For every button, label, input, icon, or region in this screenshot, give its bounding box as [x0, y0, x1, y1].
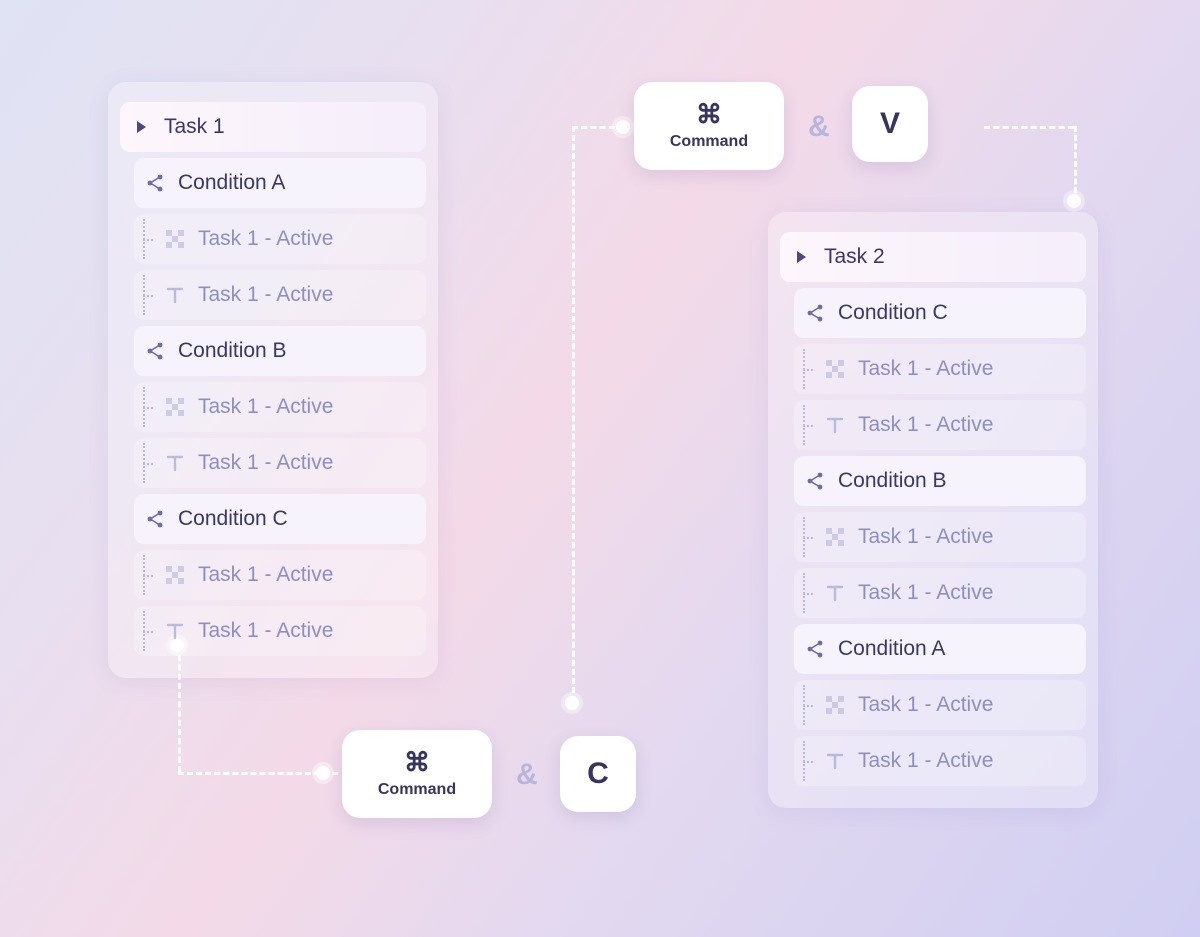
condition-row[interactable]: Condition C — [134, 494, 426, 544]
share-icon — [144, 172, 166, 194]
item-label: Task 1 - Active — [858, 749, 993, 773]
item-label: Task 1 - Active — [198, 283, 333, 307]
share-icon — [804, 638, 826, 660]
item-label: Task 1 - Active — [858, 413, 993, 437]
checker-icon — [164, 396, 186, 418]
tree-connector-icon — [134, 443, 158, 483]
item-label: Task 1 - Active — [198, 619, 333, 643]
item-label: Task 1 - Active — [198, 227, 333, 251]
text-icon — [164, 284, 186, 306]
condition-label: Condition B — [838, 469, 947, 493]
task-item[interactable]: Task 1 - Active — [794, 568, 1086, 618]
task-label: Task 1 — [164, 115, 225, 139]
text-icon — [824, 414, 846, 436]
task-row[interactable]: Task 2 — [780, 232, 1086, 282]
key-c: C — [560, 736, 636, 812]
task-item[interactable]: Task 1 - Active — [134, 382, 426, 432]
tree-connector-icon — [794, 349, 818, 389]
condition-label: Condition A — [838, 637, 945, 661]
connector-dot — [565, 696, 579, 710]
play-icon — [790, 246, 812, 268]
task-item[interactable]: Task 1 - Active — [134, 214, 426, 264]
checker-icon — [164, 564, 186, 586]
tree-connector-icon — [134, 387, 158, 427]
key-command-bottom: ⌘ Command — [342, 730, 492, 818]
connector-line — [572, 126, 575, 702]
task-item[interactable]: Task 1 - Active — [134, 438, 426, 488]
share-icon — [144, 340, 166, 362]
key-label: C — [587, 757, 609, 791]
key-label: V — [880, 107, 900, 141]
checker-icon — [824, 694, 846, 716]
key-label: Command — [378, 781, 456, 799]
connector-line — [178, 772, 338, 775]
item-label: Task 1 - Active — [198, 395, 333, 419]
condition-label: Condition B — [178, 339, 287, 363]
key-label: Command — [670, 133, 748, 151]
task-item[interactable]: Task 1 - Active — [794, 400, 1086, 450]
text-icon — [164, 452, 186, 474]
item-label: Task 1 - Active — [198, 563, 333, 587]
tree-connector-icon — [134, 555, 158, 595]
task-item[interactable]: Task 1 - Active — [794, 736, 1086, 786]
share-icon — [804, 302, 826, 324]
connector-dot — [1067, 194, 1081, 208]
connector-dot — [616, 120, 630, 134]
tree-connector-icon — [134, 219, 158, 259]
condition-row[interactable]: Condition B — [134, 326, 426, 376]
task-item[interactable]: Task 1 - Active — [794, 344, 1086, 394]
checker-icon — [824, 526, 846, 548]
task-panel-2: Task 2 Condition C Task 1 - Active Task … — [768, 212, 1098, 808]
text-icon — [824, 750, 846, 772]
item-label: Task 1 - Active — [858, 693, 993, 717]
tree-connector-icon — [794, 685, 818, 725]
share-icon — [144, 508, 166, 530]
text-icon — [824, 582, 846, 604]
key-v: V — [852, 86, 928, 162]
condition-row[interactable]: Condition B — [794, 456, 1086, 506]
play-icon — [130, 116, 152, 138]
tree-connector-icon — [134, 275, 158, 315]
text-icon — [164, 620, 186, 642]
tree-connector-icon — [794, 405, 818, 445]
item-label: Task 1 - Active — [858, 357, 993, 381]
task-panel-1: Task 1 Condition A Task 1 - Active Task … — [108, 82, 438, 678]
task-label: Task 2 — [824, 245, 885, 269]
ampersand: & — [808, 110, 830, 144]
item-label: Task 1 - Active — [858, 581, 993, 605]
condition-label: Condition C — [178, 507, 288, 531]
task-item[interactable]: Task 1 - Active — [134, 550, 426, 600]
connector-line — [984, 126, 1074, 129]
task-item[interactable]: Task 1 - Active — [134, 270, 426, 320]
tree-connector-icon — [794, 517, 818, 557]
checker-icon — [164, 228, 186, 250]
share-icon — [804, 470, 826, 492]
item-label: Task 1 - Active — [198, 451, 333, 475]
task-item[interactable]: Task 1 - Active — [794, 512, 1086, 562]
connector-dot — [316, 766, 330, 780]
command-icon: ⌘ — [696, 101, 722, 127]
condition-row[interactable]: Condition C — [794, 288, 1086, 338]
connector-line — [1074, 126, 1077, 202]
condition-row[interactable]: Condition A — [134, 158, 426, 208]
condition-label: Condition C — [838, 301, 948, 325]
condition-row[interactable]: Condition A — [794, 624, 1086, 674]
command-icon: ⌘ — [404, 749, 430, 775]
condition-label: Condition A — [178, 171, 285, 195]
task-row[interactable]: Task 1 — [120, 102, 426, 152]
item-label: Task 1 - Active — [858, 525, 993, 549]
checker-icon — [824, 358, 846, 380]
tree-connector-icon — [794, 573, 818, 613]
tree-connector-icon — [134, 611, 158, 651]
key-command-top: ⌘ Command — [634, 82, 784, 170]
tree-connector-icon — [794, 741, 818, 781]
ampersand: & — [516, 758, 538, 792]
task-item[interactable]: Task 1 - Active — [794, 680, 1086, 730]
task-item[interactable]: Task 1 - Active — [134, 606, 426, 656]
